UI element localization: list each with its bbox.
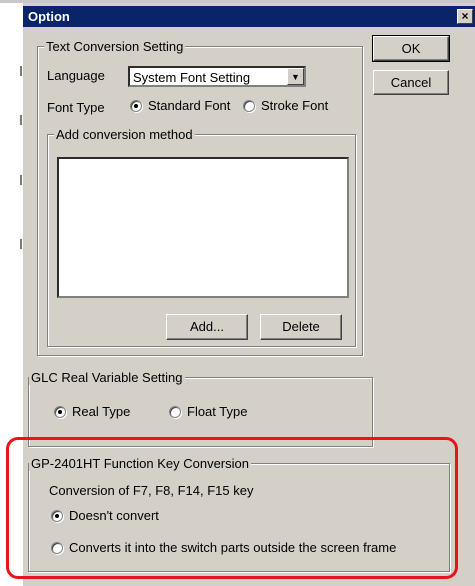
stroke-font-label[interactable]: Stroke Font <box>261 98 328 113</box>
glc-group-label: GLC Real Variable Setting <box>29 370 185 385</box>
language-select[interactable]: System Font Setting ▼ <box>128 66 306 87</box>
text-conversion-group-label: Text Conversion Setting <box>44 39 186 54</box>
float-type-label[interactable]: Float Type <box>187 404 247 419</box>
radio-standard-font[interactable] <box>130 100 142 112</box>
text-conversion-group: Text Conversion Setting Language System … <box>37 39 363 356</box>
red-highlight-frame <box>6 437 458 579</box>
close-icon: × <box>461 9 469 23</box>
add-button[interactable]: Add... <box>166 314 248 340</box>
real-type-label[interactable]: Real Type <box>72 404 130 419</box>
ok-button[interactable]: OK <box>372 35 450 62</box>
language-selected-value: System Font Setting <box>133 70 251 85</box>
radio-real-type[interactable] <box>54 406 66 418</box>
chevron-down-icon[interactable]: ▼ <box>287 68 304 85</box>
cancel-button[interactable]: Cancel <box>373 70 449 95</box>
conversion-method-list[interactable] <box>57 157 349 298</box>
title-bar[interactable]: Option × <box>23 6 475 27</box>
radio-float-type[interactable] <box>169 406 181 418</box>
close-button[interactable]: × <box>457 9 473 24</box>
dialog-title: Option <box>28 9 70 24</box>
add-conversion-method-group: Add conversion method Add... Delete <box>47 127 356 347</box>
font-type-label: Font Type <box>47 100 105 115</box>
radio-stroke-font[interactable] <box>243 100 255 112</box>
language-label: Language <box>47 68 105 83</box>
standard-font-label[interactable]: Standard Font <box>148 98 230 113</box>
delete-button[interactable]: Delete <box>260 314 342 340</box>
add-conversion-method-label: Add conversion method <box>54 127 195 142</box>
